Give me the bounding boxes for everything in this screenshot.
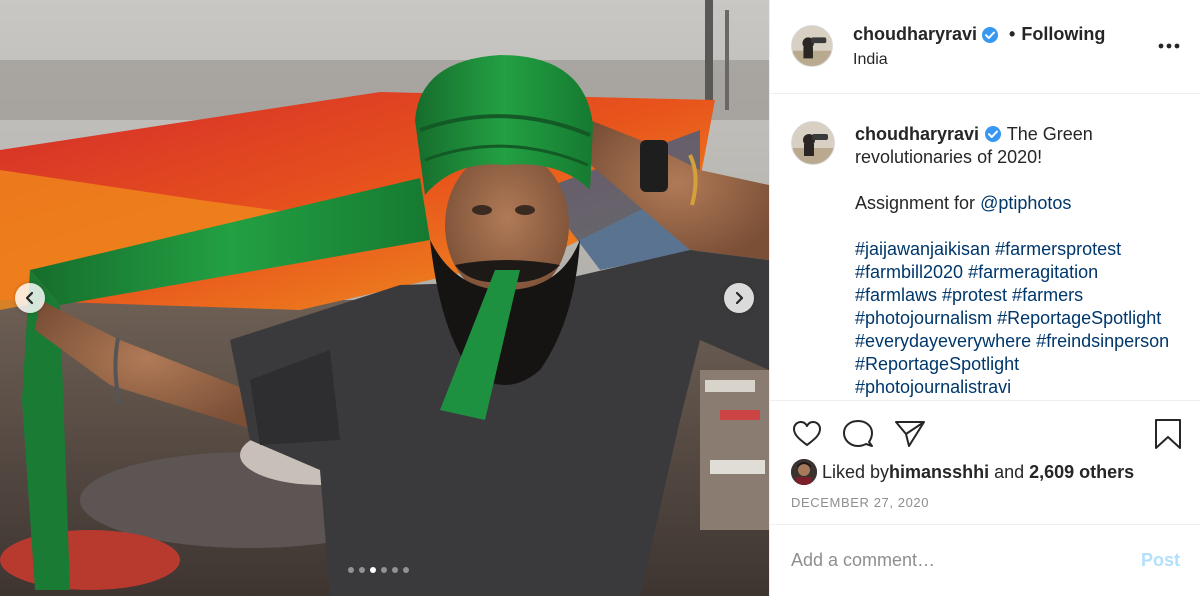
liked-by-prefix: Liked by bbox=[822, 461, 890, 482]
liker-username[interactable]: himansshhi bbox=[889, 462, 989, 483]
carousel-dot bbox=[403, 567, 409, 573]
hashtag-line[interactable]: #farmbill2020 #farmeragitation bbox=[855, 261, 1190, 284]
paper-plane-icon bbox=[895, 421, 925, 447]
verified-badge-icon bbox=[981, 26, 999, 44]
carousel-indicator bbox=[348, 567, 409, 573]
liker-avatar[interactable] bbox=[791, 459, 817, 485]
hashtag-line[interactable]: #everydayeverywhere #freindsinperson bbox=[855, 330, 1190, 353]
carousel-dot bbox=[370, 567, 376, 573]
likes-count[interactable]: 2,609 others bbox=[1029, 462, 1134, 483]
comment-bubble-icon bbox=[843, 420, 873, 447]
post-author-row: choudharyravi • Following bbox=[853, 24, 1105, 45]
author-avatar[interactable] bbox=[791, 25, 833, 67]
chevron-left-icon bbox=[25, 291, 34, 305]
add-comment-section: Post bbox=[770, 524, 1200, 596]
post-details-panel: choudharyravi • Following India choudhar… bbox=[769, 0, 1200, 596]
avatar-image bbox=[792, 122, 834, 164]
assignment-prefix: Assignment for bbox=[855, 193, 981, 213]
more-options-button[interactable] bbox=[1156, 36, 1182, 56]
separator-dot: • bbox=[1009, 24, 1016, 44]
more-options-icon bbox=[1158, 43, 1180, 49]
carousel-next-button[interactable] bbox=[724, 283, 754, 313]
hashtag-line[interactable]: #photojournalistravi bbox=[855, 376, 1190, 399]
verified-badge-icon bbox=[984, 125, 1002, 143]
bookmark-icon bbox=[1155, 419, 1181, 449]
hashtag-line[interactable]: #photojournalism #ReportageSpotlight bbox=[855, 307, 1190, 330]
save-button[interactable] bbox=[1151, 417, 1185, 451]
post-comment-button[interactable]: Post bbox=[1141, 550, 1180, 571]
mention-link[interactable]: @ptiphotos bbox=[980, 193, 1071, 213]
post-actions: Liked by himansshhi and 2,609 others DEC… bbox=[770, 400, 1200, 524]
hashtag-line[interactable]: #jaijawanjaikisan #farmersprotest bbox=[855, 238, 1190, 261]
like-button[interactable] bbox=[790, 417, 824, 451]
hashtag-line[interactable]: #farmlaws #protest #farmers bbox=[855, 284, 1190, 307]
carousel-dot bbox=[348, 567, 354, 573]
likes-conjunction: and bbox=[989, 461, 1030, 482]
caption-text: choudharyravi The Green revolutionaries … bbox=[855, 123, 1190, 399]
photo-image bbox=[0, 0, 769, 596]
carousel-previous-button[interactable] bbox=[15, 283, 45, 313]
post-date[interactable]: DECEMBER 27, 2020 bbox=[791, 495, 929, 510]
likes-summary: Liked by himansshhi and 2,609 others bbox=[791, 459, 1134, 485]
carousel-dot bbox=[392, 567, 398, 573]
hashtag-list: #jaijawanjaikisan #farmersprotest #farmbi… bbox=[855, 238, 1190, 399]
comment-button[interactable] bbox=[841, 417, 875, 451]
avatar-image bbox=[791, 459, 817, 485]
author-username[interactable]: choudharyravi bbox=[853, 24, 977, 45]
heart-icon bbox=[793, 421, 821, 446]
post-location[interactable]: India bbox=[853, 51, 888, 69]
post-header: choudharyravi • Following India bbox=[770, 0, 1200, 94]
avatar-image bbox=[792, 26, 832, 66]
post-photo[interactable] bbox=[0, 0, 769, 596]
caption-section: choudharyravi The Green revolutionaries … bbox=[770, 95, 1200, 400]
chevron-right-icon bbox=[735, 291, 744, 305]
share-button[interactable] bbox=[893, 417, 927, 451]
carousel-dot bbox=[381, 567, 387, 573]
comment-input[interactable] bbox=[791, 547, 1121, 573]
following-button[interactable]: Following bbox=[1021, 24, 1105, 45]
carousel-dot bbox=[359, 567, 365, 573]
hashtag-line[interactable]: #ReportageSpotlight bbox=[855, 353, 1190, 376]
caption-username[interactable]: choudharyravi bbox=[855, 124, 979, 144]
caption-author-avatar[interactable] bbox=[791, 121, 835, 165]
